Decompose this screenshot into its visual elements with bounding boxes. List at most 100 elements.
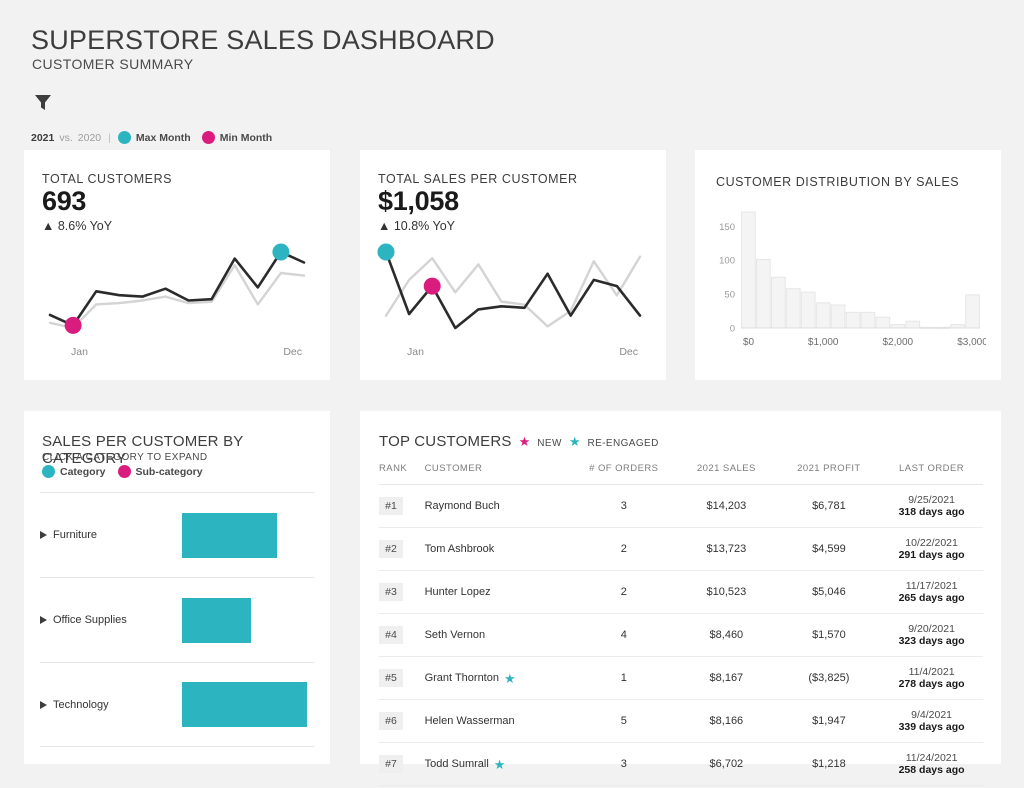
- y-axis-tick-label: 150: [719, 222, 735, 233]
- sub-category-dot: [117, 465, 131, 478]
- customer-name: Todd Sumrall: [424, 758, 489, 770]
- cell-sales: $6,702: [675, 742, 778, 786]
- card-total-sales-per-customer: TOTAL SALES PER CUSTOMER $1,058 ▲ 10.8% …: [360, 150, 666, 380]
- category-legend-label: Category: [60, 465, 106, 478]
- dashboard-root: SUPERSTORE SALES DASHBOARD CUSTOMER SUMM…: [0, 0, 1024, 788]
- max-month-marker[interactable]: [377, 243, 395, 261]
- category-row-label-group[interactable]: Furniture: [40, 529, 182, 541]
- last-order-days-ago: 291 days ago: [898, 549, 965, 561]
- x-axis-tick-label: $0: [743, 337, 755, 348]
- histogram-bar[interactable]: [890, 324, 906, 329]
- table-row[interactable]: #7 Todd Sumrall ★ 3 $6,702 $1,218 11/24/2021 25…: [379, 742, 983, 786]
- year-comparison-legend: 2021 vs. 2020 | Max Month Min Month: [31, 131, 278, 144]
- histogram-bar[interactable]: [830, 304, 846, 329]
- last-order-date: 10/22/2021: [905, 537, 958, 549]
- cell-profit: $4,599: [777, 527, 881, 571]
- card-title: CUSTOMER DISTRIBUTION BY SALES: [716, 175, 960, 189]
- customer-name: Grant Thornton: [424, 672, 499, 684]
- customer-name: Raymond Buch: [424, 500, 500, 512]
- column-header-rank[interactable]: RANK: [379, 463, 425, 485]
- cell-customer[interactable]: Raymond Buch: [424, 484, 573, 528]
- x-axis-tick-label: $2,000: [883, 337, 914, 348]
- category-row-label-group[interactable]: Technology: [40, 699, 182, 711]
- y-axis-tick-label: 100: [719, 256, 735, 267]
- legend-vs-label: vs.: [59, 131, 73, 144]
- x-axis-tick-label: $3,000: [957, 337, 986, 348]
- histogram-bar[interactable]: [815, 302, 831, 329]
- card-title: TOTAL CUSTOMERS: [42, 172, 173, 186]
- category-row-label-group[interactable]: Office Supplies: [40, 614, 182, 626]
- histogram-bar[interactable]: [771, 276, 786, 329]
- category-row[interactable]: Furniture: [40, 492, 314, 577]
- cell-rank: #7: [379, 742, 425, 786]
- histogram-bar[interactable]: [965, 294, 980, 329]
- max-month-marker[interactable]: [272, 243, 290, 261]
- histogram-bar[interactable]: [905, 320, 921, 329]
- legend-previous-year: 2020: [77, 131, 102, 144]
- column-header-last-order[interactable]: LAST ORDER: [880, 463, 983, 485]
- table-row[interactable]: #6 Helen Wasserman 5 $8,166 $1,947 9/4/2021 33…: [379, 699, 983, 743]
- histogram-bar[interactable]: [800, 291, 816, 329]
- table-row[interactable]: #3 Hunter Lopez 2 $10,523 $5,046 11/17/2021 26…: [379, 570, 983, 614]
- table-row[interactable]: #2 Tom Ashbrook 2 $13,723 $4,599 10/22/2021 29…: [379, 527, 983, 571]
- legend-current-year: 2021: [31, 131, 55, 144]
- min-month-marker[interactable]: [64, 316, 82, 334]
- cell-customer[interactable]: Tom Ashbrook: [424, 527, 573, 571]
- cell-last-order: 9/25/2021 318 days ago: [880, 484, 983, 528]
- cell-customer[interactable]: Hunter Lopez: [424, 570, 573, 614]
- expand-caret-icon[interactable]: [40, 700, 47, 709]
- histogram-bar[interactable]: [785, 288, 801, 329]
- customer-name-group: Hunter Lopez: [425, 586, 573, 598]
- customer-name-group: Seth Vernon: [425, 629, 573, 641]
- histogram-bar[interactable]: [875, 316, 891, 329]
- last-order-date: 9/4/2021: [911, 709, 953, 721]
- column-header-profit[interactable]: 2021 PROFIT: [777, 463, 881, 485]
- sparkline-total-customers: [32, 240, 322, 340]
- cell-profit: $6,781: [777, 484, 881, 528]
- column-header-customer[interactable]: CUSTOMER: [424, 463, 573, 485]
- y-axis-tick-label: 0: [730, 324, 735, 335]
- category-bar[interactable]: [182, 682, 307, 727]
- cell-customer[interactable]: Seth Vernon: [424, 613, 573, 657]
- sparkline-sales-per-customer: [368, 240, 658, 340]
- cell-customer[interactable]: Grant Thornton ★: [424, 656, 573, 700]
- card-top-customers: TOP CUSTOMERS ★ NEW ★ RE-ENGAGED RANK CU…: [360, 411, 1001, 788]
- min-month-marker[interactable]: [423, 277, 441, 295]
- category-bar[interactable]: [182, 512, 277, 558]
- category-bar[interactable]: [182, 597, 251, 643]
- expand-caret-icon[interactable]: [40, 531, 47, 539]
- category-row[interactable]: Technology: [40, 662, 314, 747]
- funnel-icon[interactable]: [32, 91, 54, 113]
- histogram-bar[interactable]: [756, 259, 771, 329]
- table-row[interactable]: #1 Raymond Buch 3 $14,203 $6,781 9/25/2021 318…: [379, 484, 983, 528]
- cell-profit: $1,947: [777, 699, 881, 743]
- column-header-sales[interactable]: 2021 SALES: [675, 463, 778, 485]
- expand-caret-icon[interactable]: [40, 616, 47, 624]
- cell-customer[interactable]: Todd Sumrall ★: [424, 742, 573, 786]
- rank-badge: #5: [379, 669, 403, 687]
- column-header-orders[interactable]: # OF ORDERS: [572, 463, 676, 485]
- last-order-days-ago: 323 days ago: [898, 635, 965, 647]
- cell-customer[interactable]: Helen Wasserman: [424, 699, 573, 743]
- customer-name-group: Helen Wasserman: [425, 715, 573, 727]
- histogram-bar[interactable]: [845, 311, 861, 329]
- last-order-date: 11/17/2021: [905, 580, 958, 592]
- kpi-header-total-customers: TOTAL CUSTOMERS 693 ▲ 8.6% YoY: [42, 172, 172, 233]
- histogram-bar[interactable]: [860, 311, 876, 329]
- page-subtitle: CUSTOMER SUMMARY: [32, 56, 194, 72]
- kpi-value: $1,058: [378, 186, 459, 216]
- category-row[interactable]: Office Supplies: [40, 577, 314, 662]
- category-legend: Category Sub-category: [42, 465, 210, 478]
- histogram-bar[interactable]: [950, 324, 965, 329]
- histogram-bar[interactable]: [741, 211, 756, 329]
- cell-order-count: 1: [572, 656, 676, 700]
- cell-profit: $1,570: [777, 613, 881, 657]
- rank-badge: #1: [379, 497, 403, 515]
- table-row[interactable]: #4 Seth Vernon 4 $8,460 $1,570 9/20/2021 323 d…: [379, 613, 983, 657]
- cell-last-order: 11/24/2021 258 days ago: [880, 742, 983, 786]
- last-order-date: 9/20/2021: [908, 623, 955, 635]
- table-row[interactable]: #5 Grant Thornton ★ 1 $8,167 ($3,825) 11/4/202…: [379, 656, 983, 700]
- rank-badge: #2: [379, 540, 403, 558]
- kpi-value: 693: [42, 186, 87, 216]
- customer-name: Seth Vernon: [424, 629, 486, 641]
